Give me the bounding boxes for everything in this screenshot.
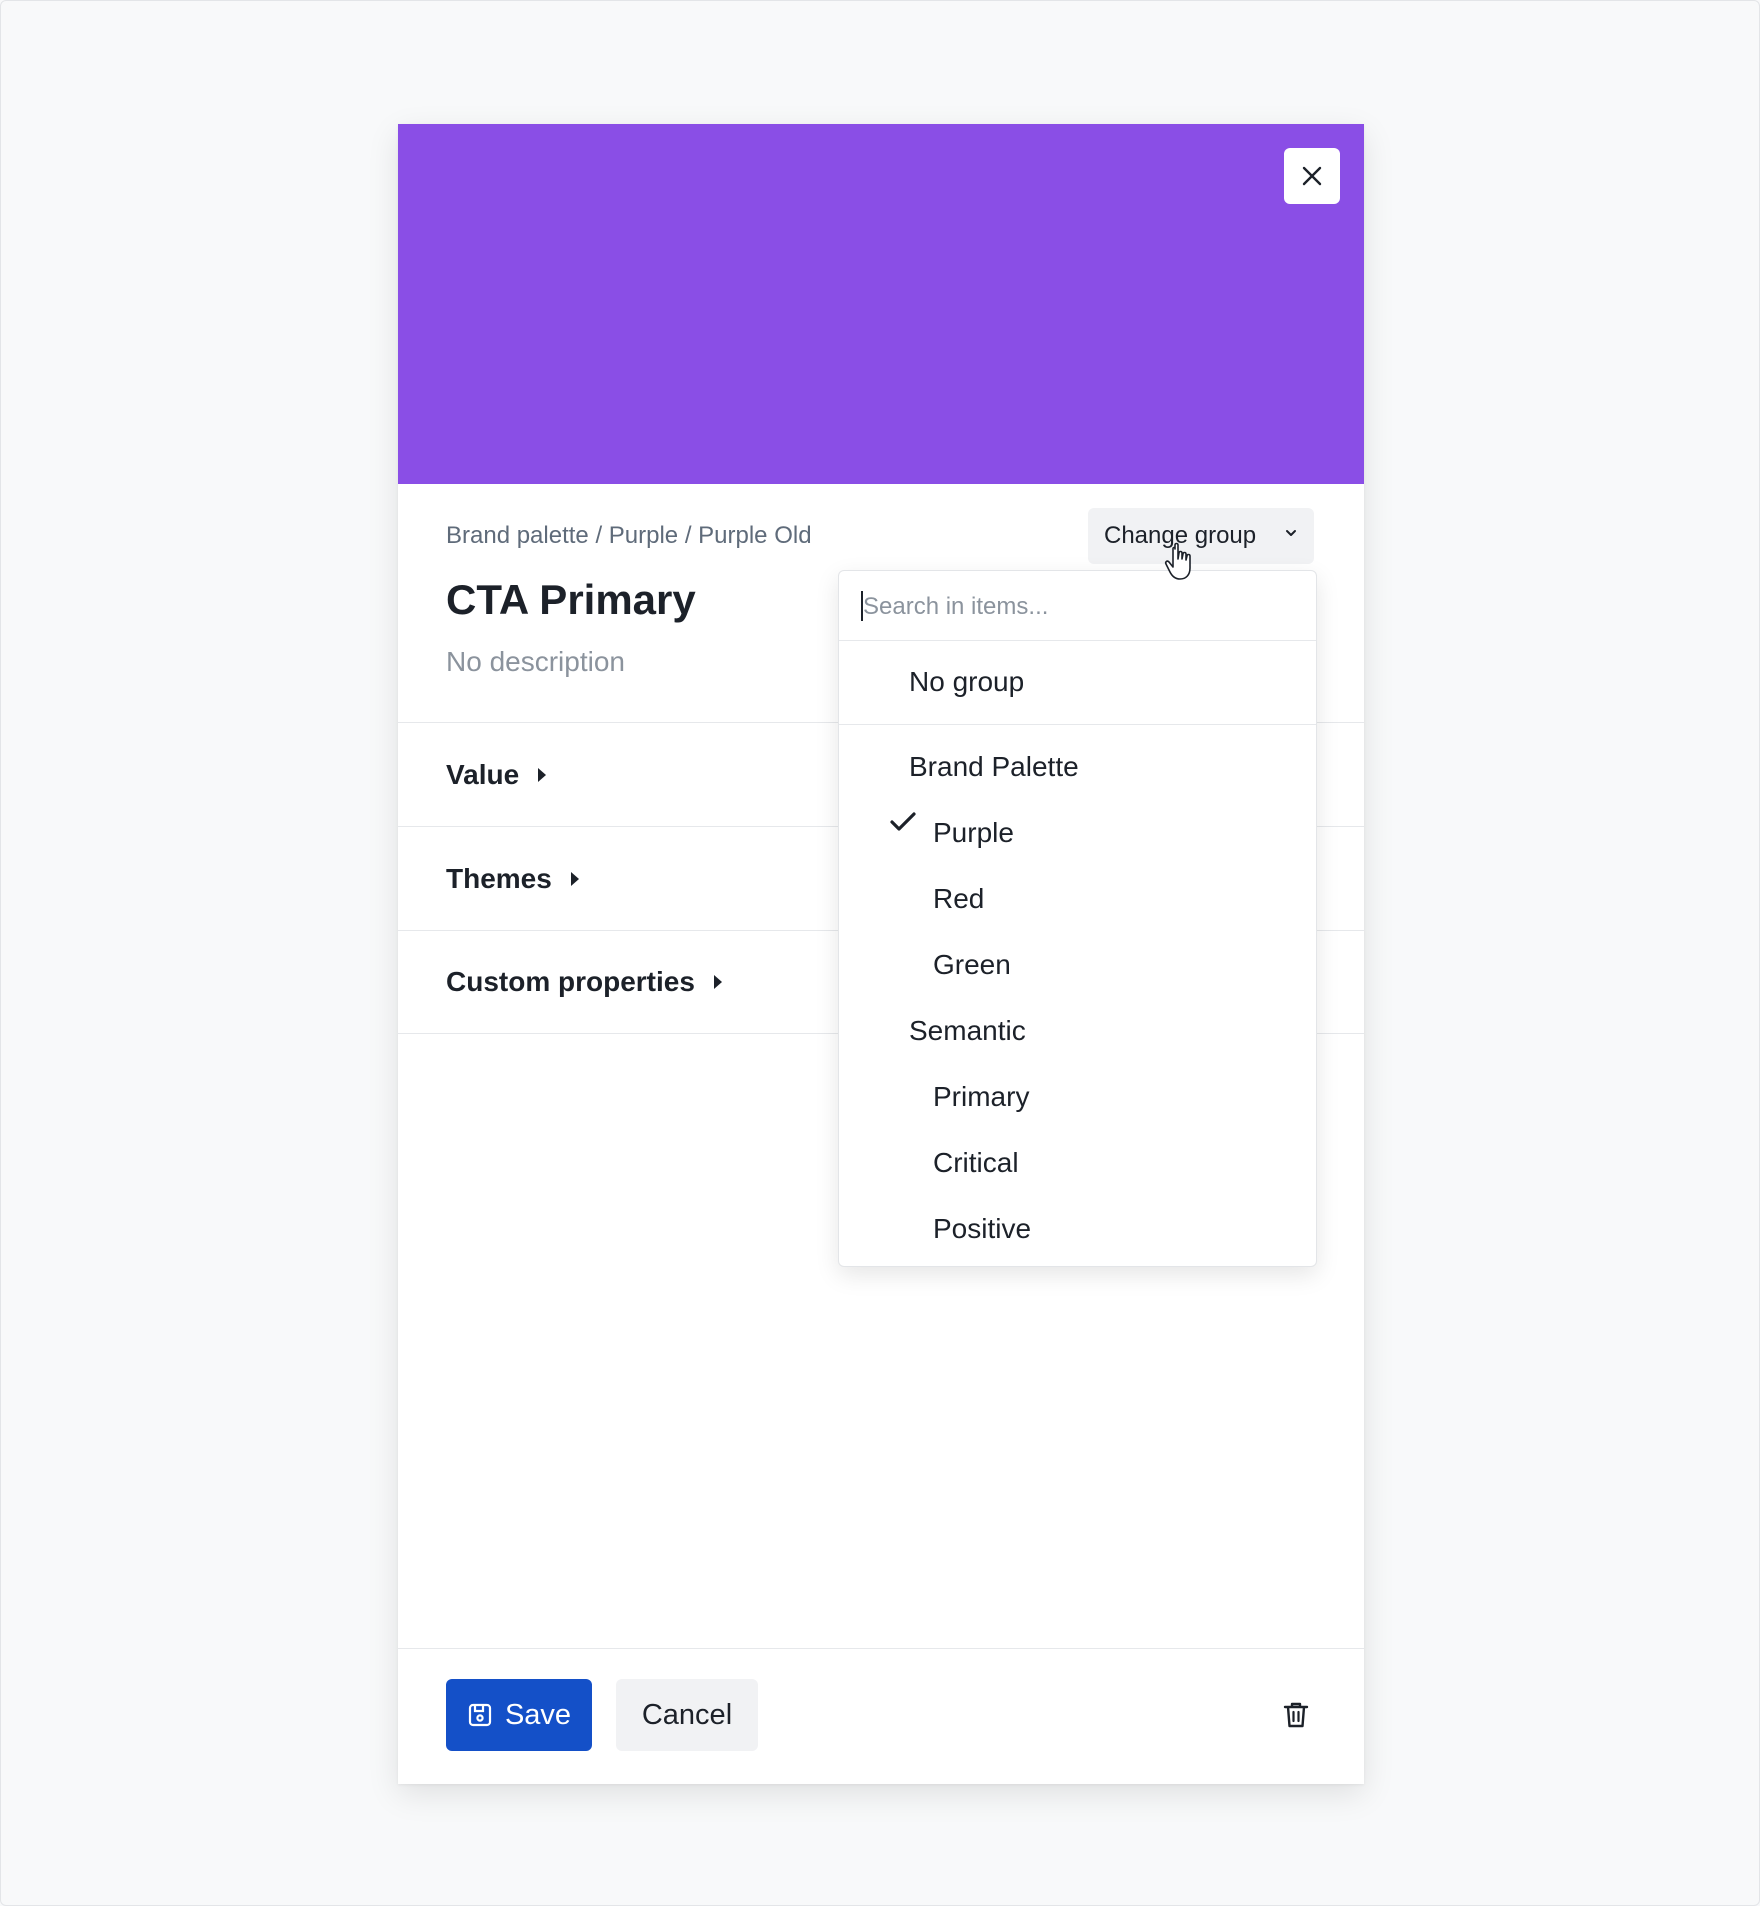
dropdown-item-positive[interactable]: Positive: [933, 1213, 1031, 1245]
breadcrumb: Brand palette / Purple / Purple Old: [446, 522, 812, 549]
color-swatch: [398, 124, 1364, 484]
description[interactable]: No description: [446, 646, 625, 678]
close-icon: [1302, 166, 1322, 186]
caret-right-icon: [570, 871, 579, 886]
group-dropdown: No group Brand Palette Purple Red Green …: [838, 570, 1317, 1267]
chevron-down-icon: [1286, 530, 1296, 536]
close-button[interactable]: [1284, 148, 1340, 204]
caret-right-icon: [538, 767, 547, 782]
section-label: Custom properties: [446, 966, 695, 997]
dropdown-item-brand-palette[interactable]: Brand Palette: [909, 751, 1079, 783]
section-label: Themes: [446, 862, 552, 894]
divider: [839, 724, 1316, 725]
dropdown-item-critical[interactable]: Critical: [933, 1147, 1019, 1179]
cancel-label: Cancel: [641, 1698, 733, 1731]
dropdown-item-semantic[interactable]: Semantic: [909, 1015, 1026, 1047]
floppy-disk-icon: [468, 1703, 492, 1727]
footer: Save Cancel: [398, 1648, 1364, 1784]
text-cursor: [861, 591, 863, 621]
hand-pointer-icon: [1164, 542, 1191, 580]
save-label: Save: [504, 1698, 572, 1731]
section-label: Value: [446, 758, 520, 790]
dropdown-item-purple[interactable]: Purple: [933, 817, 1014, 849]
page-frame: Brand palette / Purple / Purple Old Chan…: [0, 0, 1760, 1906]
search-box: [839, 571, 1316, 641]
save-button[interactable]: Save: [446, 1679, 592, 1751]
check-icon: [890, 812, 916, 831]
caret-right-icon: [713, 975, 722, 989]
dropdown-item-primary[interactable]: Primary: [933, 1081, 1029, 1113]
cancel-button[interactable]: Cancel: [616, 1679, 758, 1751]
page-title: CTA Primary: [446, 576, 696, 623]
change-group-button[interactable]: Change group: [1088, 508, 1314, 564]
trash-icon[interactable]: [1280, 1699, 1312, 1731]
search-input[interactable]: [861, 587, 1295, 627]
dropdown-item-red[interactable]: Red: [933, 883, 984, 915]
dropdown-item-no-group[interactable]: No group: [909, 666, 1024, 698]
dropdown-item-green[interactable]: Green: [933, 949, 1011, 981]
